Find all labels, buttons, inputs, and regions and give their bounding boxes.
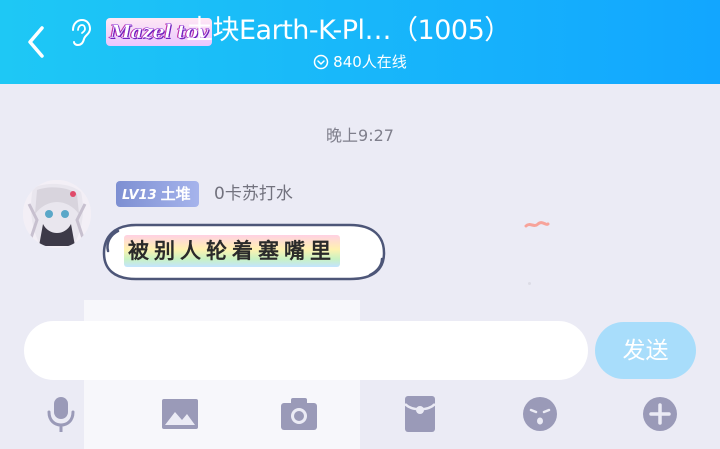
camera-button[interactable] [279, 394, 319, 434]
more-button[interactable] [640, 394, 680, 434]
image-icon [162, 399, 198, 429]
message-text: 被别人轮着塞嘴里 [124, 235, 340, 267]
chevron-down-circle-icon [313, 54, 329, 70]
camera-icon [281, 398, 317, 430]
avatar-image [23, 180, 91, 248]
ear-icon[interactable] [68, 18, 92, 48]
emoji-icon [523, 397, 557, 431]
decoration-dot [528, 282, 531, 285]
red-packet-button[interactable] [400, 394, 440, 434]
badge-level: LV13 [122, 188, 157, 203]
voice-button[interactable] [41, 394, 81, 434]
avatar[interactable] [23, 180, 91, 248]
image-button[interactable] [160, 394, 200, 434]
page-title[interactable]: 土块Earth-K-Pl…（1005） [186, 12, 511, 50]
chat-header: Mazel tov 土块Earth-K-Pl…（1005） 840人在线 [0, 0, 720, 84]
message-timestamp: 晚上9:27 [326, 126, 394, 145]
badge-title: 土堆 [160, 185, 191, 203]
message-input[interactable] [24, 321, 588, 380]
plus-icon [643, 397, 677, 431]
red-packet-icon [404, 396, 436, 432]
online-count[interactable]: 840人在线 [0, 52, 720, 72]
online-text: 840人在线 [333, 53, 407, 71]
sender-name[interactable]: 0卡苏打水 [214, 181, 293, 207]
member-level-badge: LV13 土堆 [116, 181, 199, 207]
microphone-icon [47, 397, 75, 432]
send-button[interactable]: 发送 [595, 322, 696, 379]
emoji-button[interactable] [520, 394, 560, 434]
sparkle-decoration [524, 221, 550, 228]
message-bubble[interactable]: 被别人轮着塞嘴里 [100, 219, 390, 285]
